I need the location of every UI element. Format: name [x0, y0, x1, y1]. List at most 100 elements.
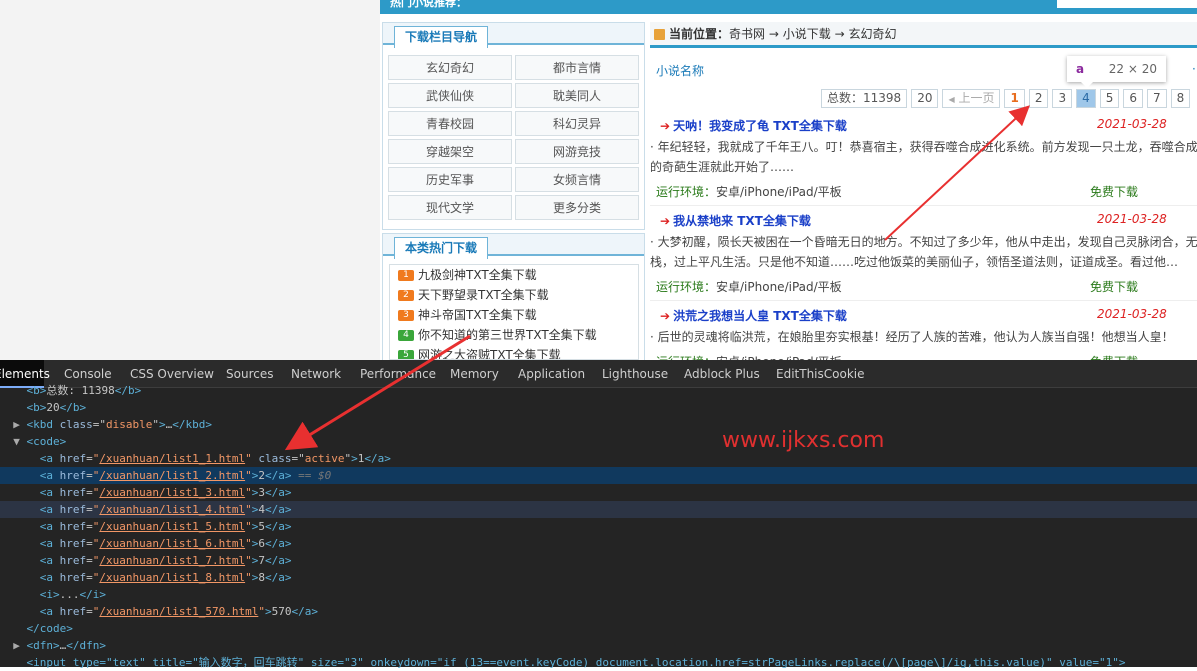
page-link-8[interactable]: 8 — [1170, 89, 1191, 108]
href-value[interactable]: /xuanhuan/list1_3.html — [99, 486, 245, 499]
chevron-left-icon: ◀ — [948, 95, 955, 104]
hot-item-title[interactable]: 网游之大盗贼TXT全集下载 — [418, 348, 561, 359]
desc-line: · 大梦初醒，陨长天被困在一个昏暗无日的地方。不知过了多少年，他从中走出，发现自… — [650, 235, 1197, 249]
page-link-7[interactable]: 7 — [1147, 89, 1167, 108]
href-value[interactable]: /xuanhuan/list1_6.html — [99, 537, 245, 550]
dom-node-line[interactable]: <a href="/xuanhuan/list1_570.html">570</… — [0, 603, 1197, 620]
nav-tab-header: 下载栏目导航 — [383, 23, 644, 48]
book-date: 2021-03-28 — [1097, 212, 1167, 226]
dom-node-line[interactable]: ▶ <kbd class="disable">…</kbd> — [0, 416, 1197, 433]
dom-node-line[interactable]: <b>总数: 11398</b> — [0, 382, 1197, 399]
tooltip-tag: a — [1076, 62, 1085, 76]
dom-node-line[interactable]: ▶ <dfn>…</dfn> — [0, 637, 1197, 654]
breadcrumb: 当前位置：奇书网 → 小说下载 → 玄幻奇幻 — [650, 22, 1197, 48]
dom-node-line[interactable]: </code> — [0, 620, 1197, 637]
category-link[interactable]: 科幻灵异 — [515, 111, 639, 136]
href-value[interactable]: /xuanhuan/list1_570.html — [99, 605, 258, 618]
hot-recommend-title: 热门小说推荐： — [390, 0, 467, 9]
book-title-text[interactable]: 我从禁地来 TXT全集下载 — [673, 214, 811, 228]
search-box[interactable] — [1057, 0, 1197, 8]
category-link[interactable]: 网游竞技 — [515, 139, 639, 164]
href-value[interactable]: /xuanhuan/list1_7.html — [99, 554, 245, 567]
breadcrumb-category[interactable]: 玄幻奇幻 — [848, 27, 896, 41]
dom-node-line[interactable]: <a href="/xuanhuan/list1_4.html">4</a> — [0, 501, 1197, 518]
dom-node-line[interactable]: <a href="/xuanhuan/list1_1.html" class="… — [0, 450, 1197, 467]
row-separator — [650, 205, 1197, 206]
book-title[interactable]: ➔ 天呐！我变成了龟 TXT全集下载 — [660, 117, 847, 134]
category-link[interactable]: 武侠仙侠 — [388, 83, 512, 108]
env-label: 运行环境： — [656, 185, 717, 199]
dom-node-line[interactable]: <a href="/xuanhuan/list1_5.html">5</a> — [0, 518, 1197, 535]
total-count: 总数：11398 — [821, 89, 908, 108]
book-title-text[interactable]: 洪荒之我想当人皇 TXT全集下载 — [673, 309, 847, 323]
category-link[interactable]: 穿越架空 — [388, 139, 512, 164]
dom-node-line[interactable]: <a href="/xuanhuan/list1_8.html">8</a> — [0, 569, 1197, 586]
dom-node-line[interactable]: <input type="text" title="输入数字，回车跳转" siz… — [0, 654, 1197, 671]
hot-item[interactable]: 2 天下野望录TXT全集下载 — [390, 285, 638, 305]
hot-tab[interactable]: 本类热门下载 — [394, 237, 489, 259]
href-value[interactable]: /xuanhuan/list1_8.html — [99, 571, 245, 584]
category-link[interactable]: 现代文学 — [388, 195, 512, 220]
book-date: 2021-03-28 — [1097, 117, 1167, 131]
dom-node-line[interactable]: <b>20</b> — [0, 399, 1197, 416]
hot-list: 1 九极剑神TXT全集下载 2 天下野望录TXT全集下载 3 神斗帝国TXT全集下载 4 你不… — [389, 264, 639, 360]
page-link-5[interactable]: 5 — [1099, 89, 1120, 108]
hot-item-title[interactable]: 你不知道的第三世界TXT全集下载 — [418, 328, 597, 342]
category-nav-panel: 下载栏目导航 玄幻奇幻 都市言情 武侠仙侠 耽美同人 青春校园 科幻灵异 穿越架空 网游竞技历… — [382, 22, 645, 230]
book-desc: · 大梦初醒，陨长天被困在一个昏暗无日的地方。不知过了多少年，他从中走出，发现自… — [650, 232, 1197, 272]
prev-page-button: ◀ 上一页 — [942, 89, 1001, 108]
page-link-2[interactable]: 2 — [1028, 89, 1049, 108]
nav-tab[interactable]: 下载栏目导航 — [394, 26, 489, 48]
hot-item-title[interactable]: 九极剑神TXT全集下载 — [418, 268, 537, 282]
dom-node-line[interactable]: ▼ <code> — [0, 433, 1197, 450]
hot-item[interactable]: 5 网游之大盗贼TXT全集下载 — [390, 345, 638, 359]
category-link[interactable]: 女频言情 — [515, 167, 639, 192]
dom-node-line[interactable]: <a href="/xuanhuan/list1_3.html">3</a> — [0, 484, 1197, 501]
href-value[interactable]: /xuanhuan/list1_5.html — [99, 520, 245, 533]
href-value[interactable]: /xuanhuan/list1_2.html — [99, 469, 245, 482]
row-separator — [650, 300, 1197, 301]
pagination: 总数：11398 20 ◀ 上一页 12345678 — [821, 89, 1191, 109]
env-value: 安卓/iPhone/iPad/平板 — [716, 185, 842, 199]
page-link-6[interactable]: 6 — [1123, 89, 1144, 108]
hot-item-title[interactable]: 神斗帝国TXT全集下载 — [418, 308, 537, 322]
category-link[interactable]: 都市言情 — [515, 55, 639, 80]
category-grid: 玄幻奇幻 都市言情 武侠仙侠 耽美同人 青春校园 科幻灵异 穿越架空 网游竞技 历史军事 女频言情… — [388, 55, 639, 220]
dom-node-line[interactable]: <i>...</i> — [0, 586, 1197, 603]
category-link[interactable]: 青春校园 — [388, 111, 512, 136]
category-link[interactable]: 玄幻奇幻 — [388, 55, 512, 80]
hot-item[interactable]: 1 九极剑神TXT全集下载 — [390, 265, 638, 285]
free-download-link[interactable]: 免费下载 — [1090, 183, 1138, 200]
arrow-right-icon: ➔ — [660, 214, 671, 228]
page-link-3[interactable]: 3 — [1052, 89, 1073, 108]
hot-item-title[interactable]: 天下野望录TXT全集下载 — [418, 288, 549, 302]
dom-node-line[interactable]: <a href="/xuanhuan/list1_7.html">7</a> — [0, 552, 1197, 569]
breadcrumb-site[interactable]: 奇书网 — [729, 27, 765, 41]
free-download-link[interactable]: 免费下载 — [1090, 278, 1138, 295]
rank-badge: 5 — [398, 350, 414, 359]
hot-item[interactable]: 4 你不知道的第三世界TXT全集下载 — [390, 325, 638, 345]
dom-node-line[interactable]: <a href="/xuanhuan/list1_2.html">2</a> =… — [0, 467, 1197, 484]
href-value[interactable]: /xuanhuan/list1_1.html — [99, 452, 245, 465]
category-link[interactable]: 更多分类 — [515, 195, 639, 220]
category-link[interactable]: 历史军事 — [388, 167, 512, 192]
desc-line: · 后世的灵魂将临洪荒，在娘胎里夯实根基！经历了人族的苦难，他认为人族当自强！他… — [650, 330, 1174, 344]
rank-badge: 4 — [398, 330, 414, 341]
href-value[interactable]: /xuanhuan/list1_4.html — [99, 503, 245, 516]
breadcrumb-section[interactable]: 小说下载 — [783, 27, 831, 41]
column-name-header: 小说名称 — [656, 64, 705, 78]
arrow-right-icon: ➔ — [660, 119, 671, 133]
book-title[interactable]: ➔ 洪荒之我想当人皇 TXT全集下载 — [660, 307, 847, 324]
page-link-1[interactable]: 1 — [1004, 89, 1025, 108]
prev-label: 上一页 — [958, 91, 995, 105]
hot-item[interactable]: 3 神斗帝国TXT全集下载 — [390, 305, 638, 325]
per-page: 20 — [911, 89, 939, 108]
hot-tab-header: 本类热门下载 — [383, 234, 644, 259]
page-link-4[interactable]: 4 — [1076, 89, 1096, 108]
dom-node-line[interactable]: <a href="/xuanhuan/list1_6.html">6</a> — [0, 535, 1197, 552]
book-title-text[interactable]: 天呐！我变成了龟 TXT全集下载 — [673, 119, 847, 133]
book-title[interactable]: ➔ 我从禁地来 TXT全集下载 — [660, 212, 811, 229]
category-link[interactable]: 耽美同人 — [515, 83, 639, 108]
top-banner: 热门小说推荐： — [380, 0, 1197, 14]
inspect-tooltip: a 22 × 20 — [1067, 56, 1166, 88]
